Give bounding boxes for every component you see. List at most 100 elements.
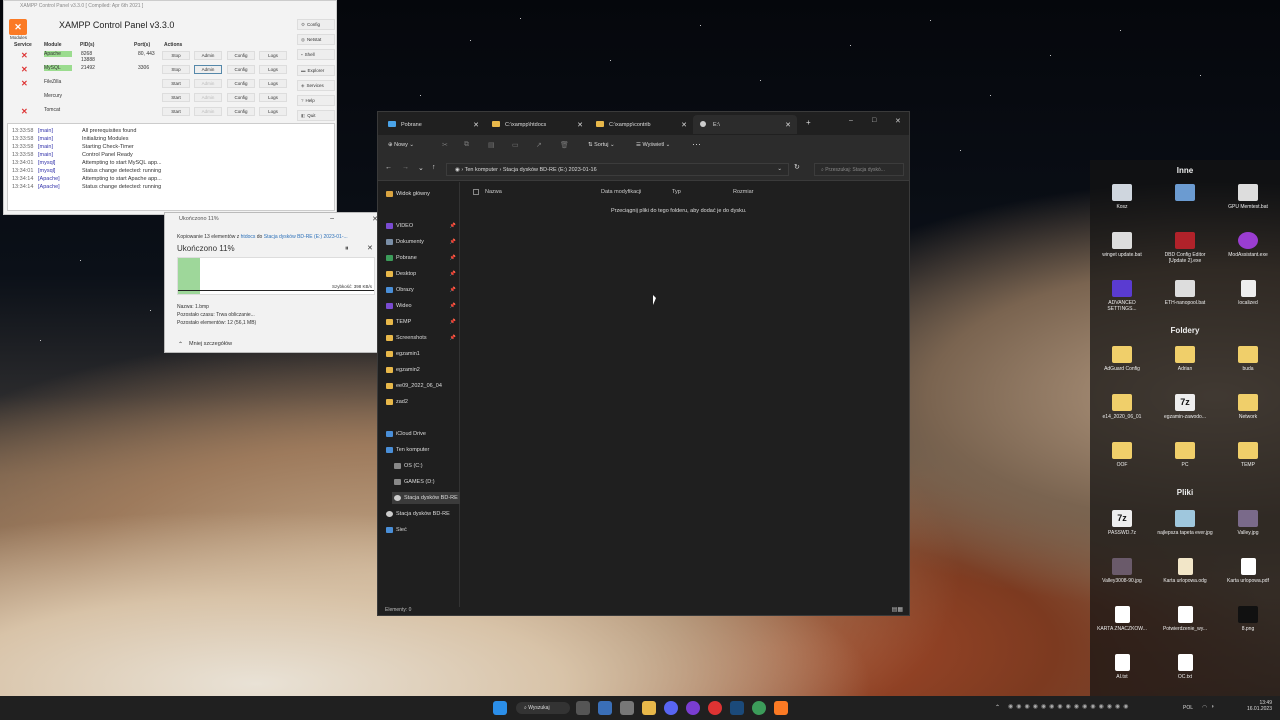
network-icon[interactable]: ◠ — [1202, 704, 1207, 711]
desktop-icon[interactable]: AdGuard Config — [1094, 346, 1150, 372]
desktop-icon[interactable]: buda — [1220, 346, 1276, 372]
discord-icon[interactable] — [664, 701, 678, 715]
back-arrow-icon[interactable]: ← — [385, 164, 392, 171]
desktop-icon[interactable]: najlepsza tapeta ever.jpg — [1157, 510, 1213, 536]
paste-icon[interactable]: ▤ — [488, 141, 495, 149]
logs-button[interactable]: Logs — [259, 65, 287, 74]
column-name[interactable]: Nazwa — [485, 189, 502, 195]
nav-ee09[interactable]: ee09_2022_06_04 — [384, 380, 458, 392]
xampp-icon[interactable] — [774, 701, 788, 715]
logs-button[interactable]: Logs — [259, 51, 287, 60]
desktop-icon[interactable]: OOF — [1094, 442, 1150, 468]
side-services-button[interactable]: ◈ Services — [297, 80, 335, 91]
clock[interactable]: 13:49 16.01.2023 — [1240, 700, 1272, 712]
desktop-icon[interactable]: DBD Config Editor [Update 2].exe — [1157, 232, 1213, 264]
desktop-icon[interactable]: e14_2020_06_01 — [1094, 394, 1150, 420]
config-button[interactable]: Config — [227, 93, 255, 102]
nav-zad2[interactable]: zad2 — [384, 396, 458, 408]
minimize-button[interactable]: – — [849, 117, 853, 124]
side-config-button[interactable]: ⚙ Config — [297, 19, 335, 30]
logs-button[interactable]: Logs — [259, 79, 287, 88]
column-size[interactable]: Rozmiar — [733, 189, 753, 195]
breadcrumb-drive[interactable]: Stacja dysków BD-RE (E:) 2023-01-16 — [503, 167, 597, 173]
desktop-icon[interactable]: 7z egzamin-zawodo... — [1157, 394, 1213, 420]
admin-button[interactable]: Admin — [194, 93, 222, 102]
config-button[interactable]: Config — [227, 51, 255, 60]
close-tab-icon[interactable]: ✕ — [681, 121, 687, 129]
column-type[interactable]: Typ — [672, 189, 681, 195]
close-tab-icon[interactable]: ✕ — [785, 121, 791, 129]
copy-icon[interactable]: ⧉ — [464, 141, 469, 149]
new-button[interactable]: ⊕ Nowy ⌄ — [388, 142, 414, 148]
tab-contrib[interactable]: C:\xampp\contrib ✕ — [589, 115, 693, 134]
nav-drive-e-root[interactable]: Stacja dysków BD-RE — [384, 508, 458, 520]
show-hidden-icons[interactable]: ⌃ — [995, 704, 1000, 711]
refresh-icon[interactable]: ↻ — [794, 163, 800, 171]
settings-icon[interactable] — [620, 701, 634, 715]
side-help-button[interactable]: ? Help — [297, 95, 335, 106]
volume-icon[interactable]: ◗ — [1211, 704, 1215, 710]
desktop-icon[interactable]: ADVANCED SETTINGS... — [1094, 280, 1150, 312]
file-list-pane[interactable]: Nazwa Data modyfikacji Typ Rozmiar Przec… — [461, 182, 909, 607]
desktop-icon[interactable]: Karta urlopowa.odg — [1157, 558, 1213, 584]
config-button[interactable]: Config — [227, 79, 255, 88]
desktop-icon[interactable]: TEMP — [1220, 442, 1276, 468]
recent-chevron-icon[interactable]: ⌄ — [418, 164, 424, 172]
nav-icloud[interactable]: iCloud Drive — [384, 428, 458, 440]
up-arrow-icon[interactable]: ↑ — [432, 164, 436, 171]
tab-htdocs[interactable]: C:\xampp\htdocs ✕ — [485, 115, 589, 134]
nav-temp[interactable]: TEMP 📌 — [384, 316, 458, 328]
file-explorer-icon[interactable] — [642, 701, 656, 715]
desktop-icon[interactable]: 7z PASSWD.7z — [1094, 510, 1150, 536]
desktop-icon[interactable]: Karta urlopowa.pdf — [1220, 558, 1276, 584]
logs-button[interactable]: Logs — [259, 107, 287, 116]
desktop-icon[interactable]: OC.txt — [1157, 654, 1213, 680]
maximize-button[interactable]: □ — [872, 117, 876, 124]
sort-button[interactable]: ⇅ Sortuj ⌄ — [588, 142, 615, 148]
tray-icons[interactable]: ◉◉◉◉◉◉◉◉◉◉◉◉◉◉◉ — [1008, 703, 1132, 710]
desktop-icon[interactable]: Potwierdzenie_wy... — [1157, 606, 1213, 632]
task-view-icon[interactable] — [576, 701, 590, 715]
select-all-checkbox[interactable] — [473, 189, 479, 195]
nav-documents[interactable]: Dokumenty 📌 — [384, 236, 458, 248]
nav-drive-d[interactable]: GAMES (D:) — [392, 476, 466, 488]
address-dropdown-icon[interactable]: ⌄ — [777, 166, 782, 172]
chrome-icon[interactable] — [752, 701, 766, 715]
view-button[interactable]: ☰ Wyświetl ⌄ — [636, 142, 670, 148]
desktop-icon[interactable]: Valley3008-90.jpg — [1094, 558, 1150, 584]
desktop-icon[interactable]: Adrian — [1157, 346, 1213, 372]
desktop-icon[interactable]: 8.png — [1220, 606, 1276, 632]
pause-icon[interactable]: ⏸ — [345, 245, 349, 253]
desktop-icon[interactable]: localized — [1220, 280, 1276, 306]
config-button[interactable]: Config — [227, 107, 255, 116]
share-icon[interactable]: ↗ — [536, 141, 542, 149]
desktop-icon[interactable]: ETH-nanopool.bat — [1157, 280, 1213, 306]
desktop-icon[interactable]: AI.txt — [1094, 654, 1150, 680]
cut-icon[interactable]: ✂ — [442, 141, 448, 149]
start-button[interactable]: Start — [162, 107, 190, 116]
nav-egzamin2[interactable]: egzamin2 — [384, 364, 458, 376]
messenger-icon[interactable] — [686, 701, 700, 715]
destination-link[interactable]: Stacja dysków BD-RE (E:) 2023-01-... — [264, 234, 348, 240]
desktop-icon[interactable]: GPU Memtest.bat — [1220, 184, 1276, 210]
nav-home[interactable]: Widok główny — [384, 188, 458, 200]
desktop-icon[interactable]: ModAssistant.exe — [1220, 232, 1276, 258]
start-windows-icon[interactable] — [493, 701, 507, 715]
start-button[interactable]: Start — [162, 93, 190, 102]
close-window-button[interactable]: ✕ — [895, 117, 901, 125]
delete-icon[interactable]: 🗑 — [560, 141, 569, 149]
taskbar-search[interactable]: ⌕ Wyszukaj — [516, 702, 570, 714]
nav-pictures[interactable]: Obrazy 📌 — [384, 284, 458, 296]
steam-icon[interactable] — [730, 701, 744, 715]
nav-drive-e[interactable]: Stacja dysków BD-RE — [392, 492, 460, 504]
admin-button[interactable]: Admin — [194, 107, 222, 116]
search-input[interactable]: ⌕ Przeszukaj: Stacja dyskó... — [814, 163, 904, 176]
logs-button[interactable]: Logs — [259, 93, 287, 102]
desktop-icon[interactable]: Valley.jpg — [1220, 510, 1276, 536]
nav-drive-c[interactable]: OS (C:) — [392, 460, 466, 472]
address-bar[interactable]: ◉ › Ten komputer › Stacja dysków BD-RE (… — [446, 163, 789, 176]
side-explorer-button[interactable]: ▬ Explorer — [297, 65, 335, 76]
view-toggle-icon[interactable]: ▤▦ — [892, 606, 903, 613]
nav-downloads[interactable]: Pobrane 📌 — [384, 252, 458, 264]
column-date[interactable]: Data modyfikacji — [601, 189, 641, 195]
